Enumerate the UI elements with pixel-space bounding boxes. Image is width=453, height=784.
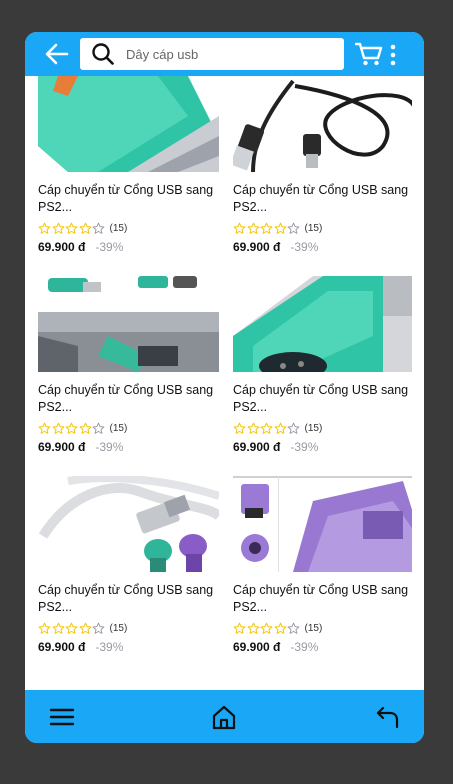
star-filled-icon: [274, 222, 286, 234]
price-row: 69.900 đ -39%: [38, 640, 219, 654]
arrow-left-icon[interactable]: [45, 43, 69, 65]
star-filled-icon: [233, 222, 246, 234]
star-filled-icon: [79, 422, 91, 434]
rating-row: (15): [38, 620, 219, 636]
product-price: 69.900 đ: [233, 640, 281, 654]
rating-row: (15): [38, 420, 219, 436]
star-filled-icon: [274, 422, 286, 434]
product-price: 69.900 đ: [233, 440, 281, 454]
star-empty-icon: [287, 222, 300, 234]
review-count: (15): [109, 222, 128, 234]
review-count: (15): [304, 622, 323, 634]
price-row: 69.900 đ -39%: [233, 240, 412, 254]
top-bar: [25, 32, 424, 76]
rating-row: (15): [233, 220, 412, 236]
review-count: (15): [109, 622, 128, 634]
product-image: [233, 476, 412, 572]
product-card[interactable]: Cáp chuyển từ Cổng USB sang PS2... (15) …: [38, 76, 219, 254]
product-image: [38, 476, 219, 572]
star-filled-icon: [247, 422, 259, 434]
product-image: [233, 76, 412, 172]
undo-icon[interactable]: [375, 704, 401, 730]
review-count: (15): [304, 222, 323, 234]
star-filled-icon: [274, 622, 286, 634]
product-price: 69.900 đ: [38, 240, 86, 254]
star-filled-icon: [38, 622, 51, 634]
star-empty-icon: [92, 222, 105, 234]
star-filled-icon: [79, 622, 91, 634]
star-filled-icon: [65, 622, 78, 634]
star-filled-icon: [260, 622, 273, 634]
product-image: [233, 276, 412, 372]
cart-icon[interactable]: [355, 41, 383, 67]
product-title: Cáp chuyển từ Cổng USB sang PS2...: [233, 383, 409, 414]
star-empty-icon: [287, 622, 300, 634]
price-row: 69.900 đ -39%: [233, 640, 412, 654]
discount-badge: -39%: [95, 240, 124, 254]
star-empty-icon: [92, 422, 105, 434]
discount-badge: -39%: [95, 640, 124, 654]
home-icon[interactable]: [211, 704, 237, 730]
product-price: 69.900 đ: [38, 640, 86, 654]
app-screen: Cáp chuyển từ Cổng USB sang PS2... (15) …: [25, 32, 424, 743]
star-rating: [38, 622, 106, 635]
rating-row: (15): [38, 220, 219, 236]
product-card[interactable]: Cáp chuyển từ Cổng USB sang PS2... (15) …: [233, 476, 412, 654]
star-filled-icon: [38, 422, 51, 434]
star-filled-icon: [65, 422, 78, 434]
discount-badge: -39%: [290, 440, 319, 454]
product-card[interactable]: Cáp chuyển từ Cổng USB sang PS2... (15) …: [38, 476, 219, 654]
product-card[interactable]: Cáp chuyển từ Cổng USB sang PS2... (15) …: [233, 76, 412, 254]
more-vertical-icon[interactable]: [389, 44, 397, 66]
star-filled-icon: [38, 222, 51, 234]
bottom-nav: [25, 690, 424, 743]
star-empty-icon: [287, 422, 300, 434]
search-icon: [92, 43, 114, 65]
star-rating: [38, 422, 106, 435]
star-rating: [233, 622, 301, 635]
star-filled-icon: [247, 222, 259, 234]
rating-row: (15): [233, 620, 412, 636]
star-filled-icon: [233, 622, 246, 634]
search-box[interactable]: [80, 38, 344, 70]
product-card[interactable]: Cáp chuyển từ Cổng USB sang PS2... (15) …: [233, 276, 412, 454]
product-title: Cáp chuyển từ Cổng USB sang PS2...: [38, 583, 214, 614]
price-row: 69.900 đ -39%: [38, 240, 219, 254]
star-filled-icon: [65, 222, 78, 234]
star-rating: [233, 222, 301, 235]
search-input[interactable]: [126, 46, 326, 62]
rating-row: (15): [233, 420, 412, 436]
product-image: [38, 276, 219, 372]
star-rating: [38, 222, 106, 235]
star-filled-icon: [52, 222, 64, 234]
product-title: Cáp chuyển từ Cổng USB sang PS2...: [38, 183, 214, 214]
star-filled-icon: [260, 422, 273, 434]
price-row: 69.900 đ -39%: [233, 440, 412, 454]
discount-badge: -39%: [290, 240, 319, 254]
star-rating: [233, 422, 301, 435]
discount-badge: -39%: [290, 640, 319, 654]
menu-icon[interactable]: [49, 704, 75, 730]
product-grid: Cáp chuyển từ Cổng USB sang PS2... (15) …: [38, 76, 412, 690]
product-image: [38, 76, 219, 172]
star-filled-icon: [233, 422, 246, 434]
star-filled-icon: [52, 622, 64, 634]
review-count: (15): [109, 422, 128, 434]
product-title: Cáp chuyển từ Cổng USB sang PS2...: [233, 583, 409, 614]
discount-badge: -39%: [95, 440, 124, 454]
star-filled-icon: [52, 422, 64, 434]
product-card[interactable]: Cáp chuyển từ Cổng USB sang PS2... (15) …: [38, 276, 219, 454]
star-filled-icon: [79, 222, 91, 234]
product-title: Cáp chuyển từ Cổng USB sang PS2...: [233, 183, 409, 214]
product-price: 69.900 đ: [38, 440, 86, 454]
star-empty-icon: [92, 622, 105, 634]
product-price: 69.900 đ: [233, 240, 281, 254]
review-count: (15): [304, 422, 323, 434]
star-filled-icon: [260, 222, 273, 234]
product-title: Cáp chuyển từ Cổng USB sang PS2...: [38, 383, 214, 414]
star-filled-icon: [247, 622, 259, 634]
price-row: 69.900 đ -39%: [38, 440, 219, 454]
